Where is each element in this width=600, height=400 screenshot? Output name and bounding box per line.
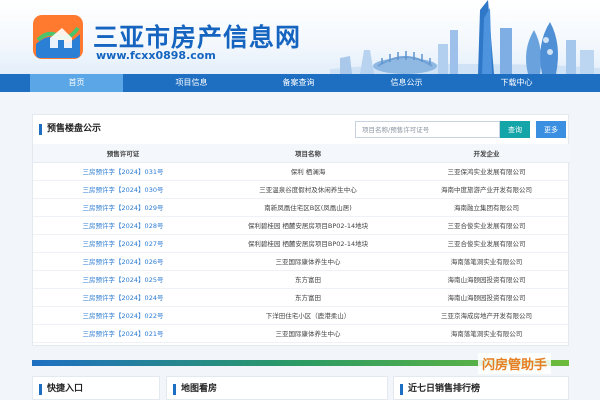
table-row[interactable]: 三房预许字【2024】027号 保利碧桂园 栖麓安居房项目BP02-14地块 三…: [33, 234, 570, 253]
permit-link[interactable]: 三房预许字【2024】026号: [33, 252, 213, 271]
permit-link[interactable]: 三房预许字【2024】030号: [33, 180, 213, 199]
table-row[interactable]: 三房预许字【2024】026号 三亚国际康体养生中心 海南落笔洞实业有限公司: [33, 252, 570, 271]
main-navbar: 首页 项目信息 备案查询 信息公示 下载中心: [0, 74, 600, 92]
quick-entry-box: 快捷入口: [32, 376, 160, 400]
permit-link[interactable]: 三房预许字【2024】031号: [33, 162, 213, 181]
developer-name: 三亚京海成房地产开发有限公司: [403, 306, 570, 325]
map-view-title[interactable]: 地图看房: [173, 384, 217, 395]
column-header-permit: 预售许可证: [33, 144, 213, 163]
developer-name: 三亚保鸿实业发展有限公司: [403, 162, 570, 181]
project-name: 三亚国际康体养生中心: [213, 324, 403, 343]
nav-public-notice[interactable]: 信息公示: [360, 74, 453, 92]
watermark-label: 闪房管助手: [478, 353, 552, 374]
developer-name: 海南落笔洞实业有限公司: [403, 252, 570, 271]
query-button[interactable]: 查询: [500, 121, 530, 138]
project-name: 三亚温泉谷度假村及休闲养生中心: [213, 180, 403, 199]
nav-filing-query[interactable]: 备案查询: [252, 74, 345, 92]
table-row[interactable]: 三房预许字【2024】029号 南新凤凰住宅区B区(凤凰山居) 海南融立集团有限…: [33, 198, 570, 217]
sales-rank-title[interactable]: 近七日销售排行榜: [400, 384, 480, 395]
table-row[interactable]: 三房预许字【2024】030号 三亚温泉谷度假村及休闲养生中心 海南中度旅游产业…: [33, 180, 570, 199]
developer-name: 三亚合俊实业发展有限公司: [403, 234, 570, 253]
presale-table: 预售许可证 项目名称 开发企业 三房预许字【2024】031号 保利 栖澜海 三…: [33, 144, 570, 343]
permit-link[interactable]: 三房预许字【2024】029号: [33, 198, 213, 217]
table-row[interactable]: 三房预许字【2024】024号 东方富田 海南山海颐园投资有限公司: [33, 288, 570, 307]
project-name: 南新凤凰住宅区B区(凤凰山居): [213, 198, 403, 217]
permit-link[interactable]: 三房预许字【2024】027号: [33, 234, 213, 253]
city-skyline-image: [330, 0, 600, 74]
table-row[interactable]: 三房预许字【2024】021号 三亚国际康体养生中心 海南落笔洞实业有限公司: [33, 324, 570, 343]
nav-project-info[interactable]: 项目信息: [145, 74, 238, 92]
developer-name: 海南山海颐园投资有限公司: [403, 288, 570, 307]
nav-download-center[interactable]: 下载中心: [470, 74, 563, 92]
permit-link[interactable]: 三房预许字【2024】021号: [33, 324, 213, 343]
nav-home[interactable]: 首页: [30, 74, 123, 92]
sales-rank-box: 近七日销售排行榜: [393, 376, 569, 400]
column-header-developer: 开发企业: [403, 144, 570, 163]
project-name: 东方富田: [213, 288, 403, 307]
developer-name: 海南中度旅游产业开发有限公司: [403, 180, 570, 199]
project-name: 三亚国际康体养生中心: [213, 252, 403, 271]
presale-search-input[interactable]: [355, 121, 500, 138]
developer-name: 海南融立集团有限公司: [403, 198, 570, 217]
permit-link[interactable]: 三房预许字【2024】022号: [33, 306, 213, 325]
developer-name: 三亚合俊实业发展有限公司: [403, 216, 570, 235]
table-row[interactable]: 三房预许字【2024】025号 东方富田 海南山海颐园投资有限公司: [33, 270, 570, 289]
column-header-project: 项目名称: [213, 144, 403, 163]
table-row[interactable]: 三房预许字【2024】031号 保利 栖澜海 三亚保鸿实业发展有限公司: [33, 162, 570, 181]
developer-name: 海南落笔洞实业有限公司: [403, 324, 570, 343]
permit-link[interactable]: 三房预许字【2024】025号: [33, 270, 213, 289]
project-name: 下洋田住宅小区（鹿港柔山）: [213, 306, 403, 325]
table-header-row: 预售许可证 项目名称 开发企业: [33, 144, 570, 163]
presale-panel-title: 预售楼盘公示: [39, 124, 101, 135]
table-row[interactable]: 三房预许字【2024】028号 保利碧桂园 栖麓安居房项目BP02-14地块 三…: [33, 216, 570, 235]
site-header: 三亚市房产信息网 www.fcxx0898.com: [0, 0, 600, 74]
project-name: 保利碧桂园 栖麓安居房项目BP02-14地块: [213, 216, 403, 235]
site-url: www.fcxx0898.com: [96, 49, 216, 62]
more-button[interactable]: 更多: [536, 121, 566, 138]
project-name: 东方富田: [213, 270, 403, 289]
map-view-box: 地图看房: [166, 376, 388, 400]
quick-entry-title[interactable]: 快捷入口: [39, 384, 83, 395]
permit-link[interactable]: 三房预许字【2024】024号: [33, 288, 213, 307]
permit-link[interactable]: 三房预许字【2024】028号: [33, 216, 213, 235]
project-name: 保利碧桂园 栖麓安居房项目BP02-14地块: [213, 234, 403, 253]
project-name: 保利 栖澜海: [213, 162, 403, 181]
presale-panel: 预售楼盘公示 查询 更多 预售许可证 项目名称 开发企业 三房预许字【2024】…: [32, 114, 570, 346]
site-logo-icon[interactable]: [32, 14, 84, 60]
developer-name: 海南山海颐园投资有限公司: [403, 270, 570, 289]
table-row[interactable]: 三房预许字【2024】022号 下洋田住宅小区（鹿港柔山） 三亚京海成房地产开发…: [33, 306, 570, 325]
